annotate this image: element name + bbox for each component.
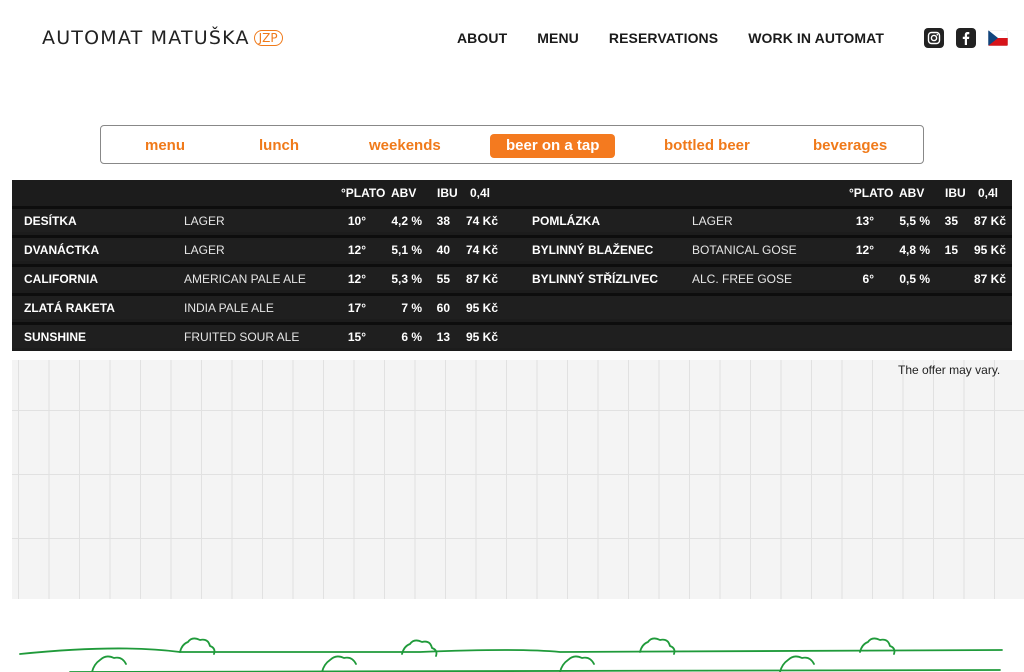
tab-weekends[interactable]: weekends [369,134,441,158]
nav-work-in-automat[interactable]: WORK IN AUTOMAT [748,30,884,46]
menu-tabs: menu lunch weekends beer on a tap bottle… [100,125,924,164]
beer-style: INDIA PALE ALE [184,301,274,315]
beer-price: 74 Kč [465,214,498,228]
header-plato: °PLATO [341,186,386,200]
beer-name: DESÍTKA [24,214,77,228]
main-nav: ABOUT MENU RESERVATIONS WORK IN AUTOMAT [457,30,884,46]
beer-style: AMERICAN PALE ALE [184,272,306,286]
beer-abv: 4,2 % [391,214,422,228]
social-links [924,28,1008,48]
tab-beverages[interactable]: beverages [813,134,887,158]
beer-abv: 6 % [401,330,422,344]
beer-name: CALIFORNIA [24,272,98,286]
beer-ibu: 55 [436,272,450,286]
beer-plato: 15° [347,330,366,344]
tile-background [12,360,1024,599]
header-ibu: IBU [437,186,458,200]
beer-plato: 13° [855,214,874,228]
beer-name: ZLATÁ RAKETA [24,301,115,315]
beer-abv: 5,5 % [899,214,930,228]
table-row: CALIFORNIA AMERICAN PALE ALE 12° 5,3 % 5… [12,264,1012,290]
beer-name: SUNSHINE [24,330,87,344]
nav-menu[interactable]: MENU [537,30,579,46]
beer-name: POMLÁZKA [532,214,600,228]
logo[interactable]: AUTOMAT MATUŠKA JZP [42,26,283,50]
beer-style: BOTANICAL GOSE [692,243,797,257]
beer-price: 95 Kč [973,243,1006,257]
czech-flag-icon[interactable] [988,30,1008,46]
beer-plato: 10° [347,214,366,228]
beer-table: °PLATO ABV IBU 0,4l °PLATO ABV IBU 0,4l … [12,180,1012,351]
tab-beer-on-a-tap[interactable]: beer on a tap [490,134,616,158]
beer-ibu: 38 [436,214,450,228]
header-price: 0,4l [978,186,999,200]
beer-price: 87 Kč [973,214,1006,228]
beer-ibu: 40 [436,243,450,257]
beer-ibu: 15 [944,243,958,257]
beer-abv: 4,8 % [899,243,930,257]
table-header: °PLATO ABV IBU 0,4l °PLATO ABV IBU 0,4l [12,180,1012,206]
beer-abv: 5,3 % [391,272,422,286]
beer-plato: 17° [347,301,366,315]
table-row: DVANÁCTKA LAGER 12° 5,1 % 40 74 Kč BYLIN… [12,235,1012,261]
beer-style: LAGER [692,214,733,228]
beer-name: BYLINNÝ BLAŽENEC [532,243,654,257]
nav-reservations[interactable]: RESERVATIONS [609,30,718,46]
nav-about[interactable]: ABOUT [457,30,507,46]
beer-plato: 6° [862,272,874,286]
logo-badge: JZP [253,30,283,46]
tab-lunch[interactable]: lunch [259,134,299,158]
site-header: AUTOMAT MATUŠKA JZP ABOUT MENU RESERVATI… [0,0,1024,78]
header-abv: ABV [899,186,925,200]
tab-bottled-beer[interactable]: bottled beer [664,134,750,158]
beer-plato: 12° [855,243,874,257]
header-price: 0,4l [470,186,491,200]
logo-text: AUTOMAT MATUŠKA [42,27,250,49]
beer-plato: 12° [347,272,366,286]
beer-style: ALC. FREE GOSE [692,272,793,286]
table-row: ZLATÁ RAKETA INDIA PALE ALE 17° 7 % 60 9… [12,293,1012,319]
beer-price: 95 Kč [465,301,498,315]
beer-style: LAGER [184,243,225,257]
beer-ibu: 60 [436,301,450,315]
beer-style: LAGER [184,214,225,228]
beer-ibu: 35 [944,214,958,228]
instagram-icon[interactable] [924,28,944,48]
table-row: DESÍTKA LAGER 10° 4,2 % 38 74 Kč POMLÁZK… [12,206,1012,232]
beer-style: FRUITED SOUR ALE [184,330,300,344]
beer-price: 87 Kč [465,272,498,286]
beer-plato: 12° [347,243,366,257]
beer-name: BYLINNÝ STŘÍZLIVEC [532,272,659,286]
beer-price: 74 Kč [465,243,498,257]
facebook-icon[interactable] [956,28,976,48]
offer-note: The offer may vary. [898,363,1001,377]
header-plato: °PLATO [849,186,894,200]
beer-price: 95 Kč [465,330,498,344]
header-abv: ABV [391,186,417,200]
beer-name: DVANÁCTKA [24,243,100,257]
beer-abv: 0,5 % [899,272,930,286]
beer-price: 87 Kč [973,272,1006,286]
beer-ibu: 13 [436,330,450,344]
beer-abv: 5,1 % [391,243,422,257]
beer-abv: 7 % [401,301,422,315]
table-row: SUNSHINE FRUITED SOUR ALE 15° 6 % 13 95 … [12,322,1012,348]
decorative-illustration [19,637,1003,672]
header-ibu: IBU [945,186,966,200]
tab-menu[interactable]: menu [145,134,185,158]
